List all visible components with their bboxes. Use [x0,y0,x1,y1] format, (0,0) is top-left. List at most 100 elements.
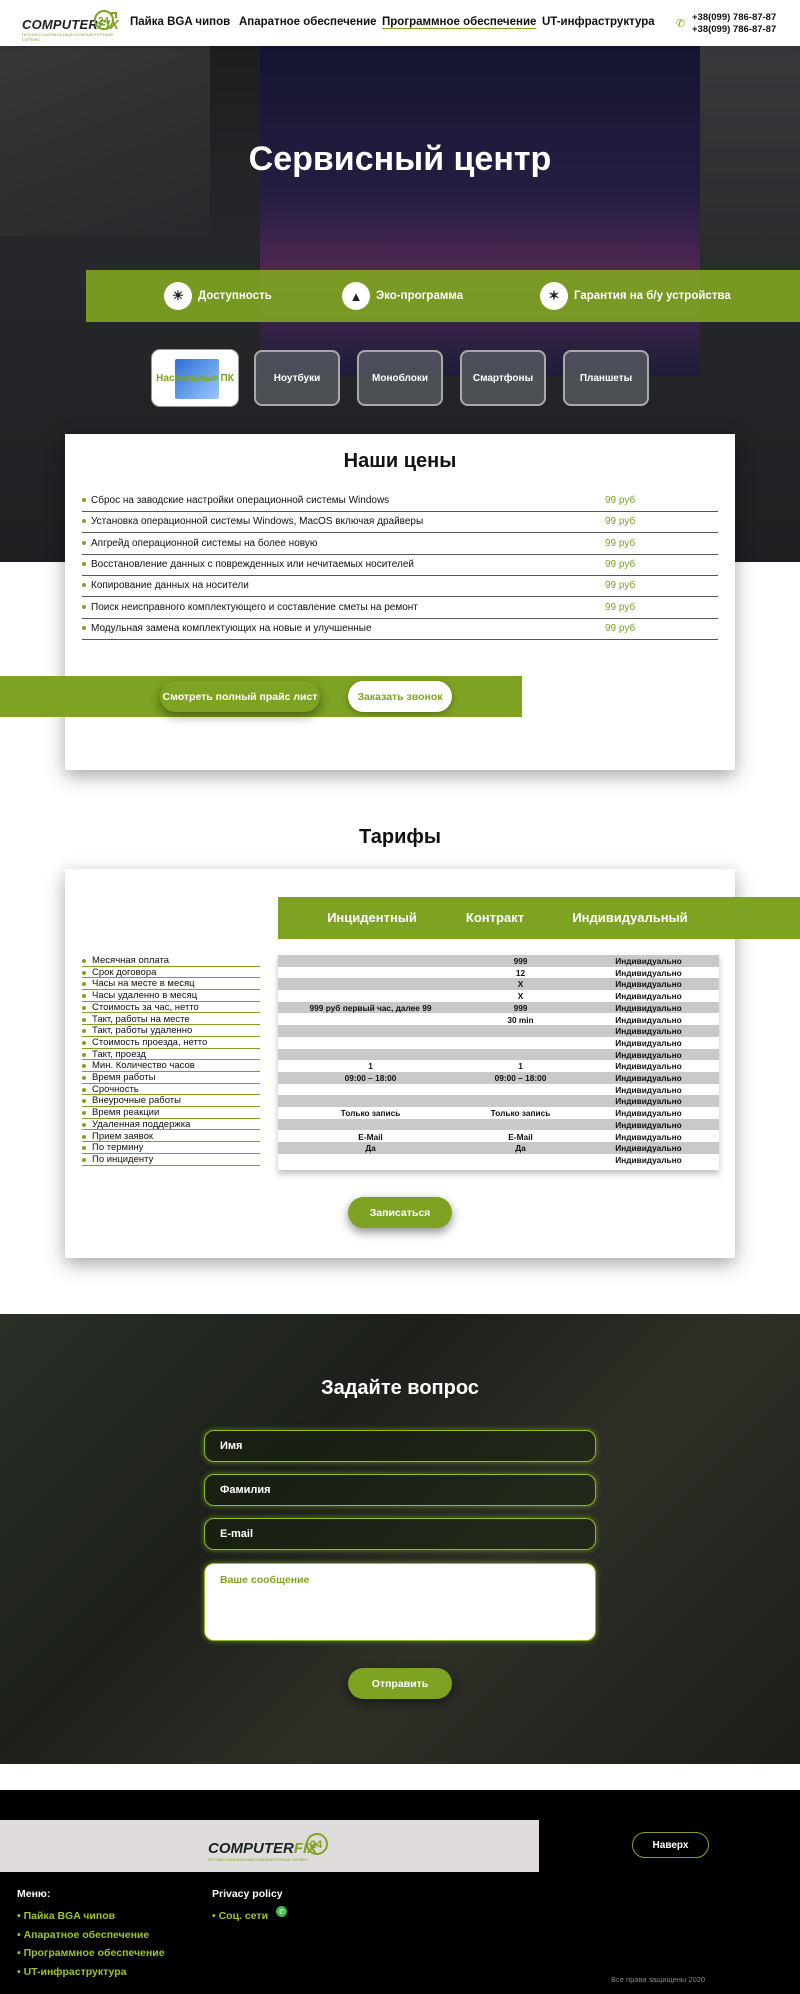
footer-menu-item[interactable]: • Апаратное обеспечение [17,1925,165,1944]
recycle-icon: ▲ [342,282,370,310]
tariff-row: Только запись Только запись Индивидуально [278,1107,719,1119]
bullet-icon [82,1064,86,1069]
tariff-col-contract: Контракт [465,910,525,925]
nav-bga[interactable]: Пайка BGA чипов [130,16,230,28]
back-to-top-button[interactable]: Наверх [632,1832,709,1858]
footer-menu-title: Меню: [17,1888,51,1900]
bullet-icon [82,970,86,975]
whatsapp-icon[interactable]: ✆ [276,1906,287,1917]
message-field[interactable]: Ваше сообщение [204,1563,596,1641]
question-title: Задайте вопрос [321,1377,479,1399]
bullet-icon [82,994,86,999]
bullet-icon [82,1099,86,1104]
social-link[interactable]: • Соц. сети [212,1906,268,1924]
bullet-icon [82,1146,86,1151]
bullet-icon [82,498,86,502]
name-field[interactable]: Имя [204,1430,596,1462]
bullet-icon [82,1157,86,1162]
tariff-cell: Индивидуально [615,991,682,1002]
tariff-cell: 1 [518,1061,523,1072]
email-field[interactable]: E-mail [204,1518,596,1550]
category-tablets[interactable]: Планшеты [563,350,649,406]
tariff-row: Индивидуально [278,1048,719,1061]
tariff-row: 12 Индивидуально [278,967,719,979]
tariff-cell: Да [365,1143,376,1154]
privacy-policy-link[interactable]: Privacy policy [212,1888,283,1900]
tariff-cell: E-Mail [508,1131,533,1142]
tariff-row-label: Внеурочные работы [82,1095,260,1108]
nav-software[interactable]: Программное обеспечение [382,16,537,29]
tariff-row-label: Часы на месте в месяц [82,978,260,991]
tariff-cell: Индивидуально [615,967,682,978]
price-item-name: Установка операционной системы Windows, … [91,516,424,528]
price-row: Копирование данных на носители 99 руб [82,576,718,598]
tariff-row-label: Такт, работы на месте [82,1014,260,1026]
tariff-row: 999 руб первый час, далее 99 999 Индивидуа… [278,1001,719,1014]
tariff-cell: Только запись [490,1108,551,1119]
tariff-cell: Индивидуально [615,1026,682,1037]
price-row: Апгрейд операционной системы на более но… [82,534,718,555]
price-item-price: 99 руб [605,622,636,634]
tariff-cell: Индивидуально [615,1037,682,1048]
tariff-row-label: Стоимость проезда, нетто [82,1037,260,1049]
bullet-icon [82,604,86,609]
tariff-row-label: Стоимость за час, нетто [82,1002,260,1014]
tariff-row: Индивидуально [278,1118,719,1131]
category-monoblocks[interactable]: Моноблоки [357,350,443,406]
signup-button[interactable]: Записаться [348,1197,452,1228]
tariff-row-label: Время работы [82,1072,260,1084]
category-laptops[interactable]: Ноутбуки [254,350,340,406]
category-desktop[interactable]: Настольные ПК [152,350,238,406]
copyright: Все права защищены 2020 [611,1975,706,1984]
tariff-cell: Индивидуально [615,1084,682,1095]
tariff-cell: 30 min [507,1014,534,1025]
bullet-icon [82,1111,86,1116]
site-header: COMPUTERFIX 24 ПРОФЕССИОНАЛЬНЫЙ КОМПЬЮТЕ… [0,0,800,46]
footer-menu-item[interactable]: • Пайка BGA чипов [17,1906,165,1925]
bullet-icon [82,1134,86,1139]
category-smartphones[interactable]: Смартфоны [460,350,546,406]
tariff-cell: Индивидуально [615,1119,682,1130]
bulb-icon: ☀ [164,282,192,310]
price-item-name: Сброс на заводские настройки операционно… [91,495,390,506]
footer-logo[interactable]: COMPUTERFIX 24 ПРОФЕССИОНАЛЬНЫЙ КОМПЬЮТЕ… [208,1832,338,1862]
tariff-row: Индивидуально [278,1025,719,1037]
submit-button[interactable]: Отправить [348,1668,452,1699]
phone-1[interactable]: +38(099) 786-87-87 [692,12,776,23]
nav-hardware[interactable]: Апаратное обеспечение [239,16,377,28]
footer-menu-item[interactable]: • UT-инфраструктура [17,1962,165,1981]
price-row: Сброс на заводские настройки операционно… [82,491,718,512]
full-price-button[interactable]: Смотреть полный прайс лист [160,681,320,712]
tariff-row-label: Срок договора [82,967,260,979]
logo[interactable]: COMPUTERFIX 24 ПРОФЕССИОНАЛЬНЫЙ КОМПЬЮТЕ… [22,9,122,42]
nav-it-infrastructure[interactable]: UT-инфраструктура [542,16,655,28]
tariff-cell: 999 руб первый час, далее 99 [309,1002,432,1013]
tariff-row: 30 min Индивидуально [278,1014,719,1026]
price-row: Модульная замена комплектующих на новые … [82,619,718,640]
tariff-cell: X [517,979,524,990]
tariff-row-label: Такт, проезд [82,1049,260,1061]
tariffs-title: Тарифы [359,826,441,848]
tariff-row-label: По инциденту [82,1154,260,1166]
phone-2[interactable]: +38(099) 786-87-87 [692,24,776,35]
tariff-row: Индивидуально [278,1084,719,1096]
bullet-icon [82,959,86,963]
bullet-icon [82,1122,86,1127]
tariff-cell: Индивидуально [615,1096,682,1107]
tariff-cell: Индивидуально [615,1154,682,1165]
tariff-row: Индивидуально [278,1037,719,1049]
tariff-row: X Индивидуально [278,978,719,991]
callback-button[interactable]: Заказать звонок [348,681,452,712]
tariff-cell: Индивидуально [615,1049,682,1060]
bullet-icon [82,1005,86,1010]
footer-menu: • Пайка BGA чипов • Апаратное обеспечени… [17,1906,165,1980]
tariff-row: Индивидуально [278,1154,719,1166]
surname-field[interactable]: Фамилия [204,1474,596,1506]
bullet-icon [82,540,86,545]
price-item-name: Копирование данных на носители [91,580,249,592]
tariff-cell: 999 [513,1002,528,1013]
tariff-col-individual: Индивидуальный [572,910,688,925]
footer-menu-item[interactable]: • Программное обеспечение [17,1943,165,1962]
tariff-cell: Индивидуально [615,1073,682,1083]
tariff-cell: Индивидуально [615,1131,682,1142]
